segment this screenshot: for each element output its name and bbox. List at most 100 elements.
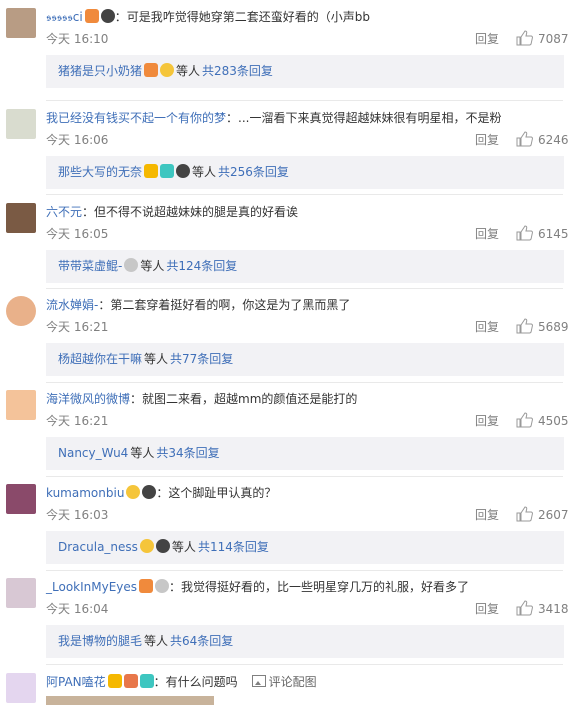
reply-total-link[interactable]: 共34条回复 [156,446,219,460]
etc-label: 等人 [130,446,155,460]
duck-icon [139,539,154,553]
comment-username[interactable]: 𝖘𝖘𝖘𝖘𝖘ci [46,10,83,24]
etc-label: 等人 [144,634,169,648]
replies-summary[interactable]: 我是博物的腿毛 等人 共64条回复 [46,625,564,658]
comment-time: 今天 16:21 [46,320,109,334]
hourglass-icon [123,674,138,688]
replies-summary[interactable]: Dracula_ness 等人 共114条回复 [46,531,564,564]
smile-icon [160,63,175,77]
reply-total-link[interactable]: 共114条回复 [198,540,269,554]
reply-username[interactable]: 我是博物的腿毛 [58,634,142,648]
comment-username[interactable]: kumamonbiu [46,486,124,500]
avatar[interactable] [6,484,36,514]
comment-username[interactable]: _LookInMyEyes [46,580,137,594]
divider [46,194,563,195]
avatar[interactable] [6,390,36,420]
avatar[interactable] [6,673,36,703]
panda-icon [176,164,191,178]
avatar[interactable] [6,109,36,139]
comment-time: 今天 16:04 [46,602,109,616]
camera-icon [160,164,175,178]
like-count: 5689 [538,320,569,334]
etc-label: 等人 [144,352,169,366]
comment-username[interactable]: 我已经没有钱买不起一个有你的梦 [46,111,226,125]
reply-total-link[interactable]: 共77条回复 [170,352,233,366]
thumb-up-icon[interactable] [516,225,533,241]
ring-icon [155,579,170,593]
comment-username[interactable]: 海洋微风的微博 [46,392,130,406]
comment-text: ：...一溜看下来真觉得超越妹妹很有明星相，不是粉 [226,111,502,125]
thumb-up-icon[interactable] [516,318,533,334]
thumb-up-icon[interactable] [516,412,533,428]
replies-summary[interactable]: 那些大写的无奈 等人 共256条回复 [46,156,564,189]
comment-username[interactable]: 流水婵娟- [46,298,98,312]
like-count: 2607 [538,508,569,522]
etc-label: 等人 [140,259,165,273]
reply-username[interactable]: 猪猪是只小奶猪 [58,64,142,78]
etc-label: 等人 [171,540,196,554]
panda-icon [142,485,157,499]
divider [46,288,563,289]
avatar[interactable] [6,296,36,326]
comment-text: ：我觉得挺好看的，比一些明星穿几万的礼服，好看多了 [169,580,470,594]
reply-button[interactable]: 回复 [475,319,499,335]
reply-total-link[interactable]: 共124条回复 [166,259,237,273]
comment-time: 今天 16:21 [46,414,109,428]
image-icon[interactable] [251,675,266,687]
like-count: 6246 [538,133,569,147]
comment-time: 今天 16:10 [46,32,109,46]
replies-summary[interactable]: Nancy_Wu4 等人 共34条回复 [46,437,564,470]
reply-total-link[interactable]: 共256条回复 [218,165,289,179]
divider [46,382,563,383]
sunglasses-emoji-icon [126,485,141,499]
comment-text: ：就图二来看，超越mm的颜值还是能打的 [130,392,358,406]
divider [46,100,563,101]
reply-button[interactable]: 回复 [475,31,499,47]
reply-button[interactable]: 回复 [475,507,499,523]
reply-button[interactable]: 回复 [475,226,499,242]
comment-time: 今天 16:05 [46,227,109,241]
reply-button[interactable]: 回复 [475,132,499,148]
replies-summary[interactable]: 带带菜虚鲲- 等人 共124条回复 [46,250,564,283]
replies-summary[interactable]: 猪猪是只小奶猪 等人 共283条回复 [46,55,564,88]
comment-username[interactable]: 阿PAN嗑花 [46,675,106,689]
comment-text: ：但不得不说超越妹妹的腿是真的好看诶 [82,205,299,219]
reply-button[interactable]: 回复 [475,601,499,617]
v-badge-icon [107,674,122,688]
thumb-up-icon[interactable] [516,600,533,616]
comment-image-link[interactable]: 评论配图 [269,675,317,689]
divider [46,476,563,477]
avatar[interactable] [6,8,36,38]
ring-icon [124,258,139,272]
etc-label: 等人 [192,165,217,179]
reply-username[interactable]: 那些大写的无奈 [58,165,142,179]
comment-attached-image[interactable] [46,696,214,705]
like-count: 6145 [538,227,569,241]
comment-username[interactable]: 六不元 [46,205,82,219]
comment-text: ：可是我咋觉得她穿第二套还蛮好看的（小声bb [114,10,370,24]
comment-text: ：有什么问题吗 [153,675,238,689]
reply-total-link[interactable]: 共64条回复 [170,634,233,648]
reply-total-link[interactable]: 共283条回复 [202,64,273,78]
like-count: 3418 [538,602,569,616]
replies-summary[interactable]: 杨超越你在干嘛 等人 共77条回复 [46,343,564,376]
thumb-up-icon[interactable] [516,30,533,46]
divider [46,570,563,571]
avatar[interactable] [6,203,36,233]
v-badge-icon [144,164,159,178]
comment-text: ：第二套穿着挺好看的啊，你这是为了黑而黑了 [98,298,351,312]
reply-username[interactable]: 带带菜虚鲲- [58,259,122,273]
panda-icon [155,539,170,553]
divider [46,664,563,665]
reply-username[interactable]: Nancy_Wu4 [58,446,128,460]
reply-button[interactable]: 回复 [475,413,499,429]
thumb-up-icon[interactable] [516,506,533,522]
vip-badge-icon [84,9,99,23]
etc-label: 等人 [176,64,201,78]
like-count: 7087 [538,32,569,46]
avatar[interactable] [6,578,36,608]
reply-username[interactable]: 杨超越你在干嘛 [58,352,142,366]
reply-username[interactable]: Dracula_ness [58,540,138,554]
thumb-up-icon[interactable] [516,131,533,147]
vip-badge-icon [139,579,154,593]
